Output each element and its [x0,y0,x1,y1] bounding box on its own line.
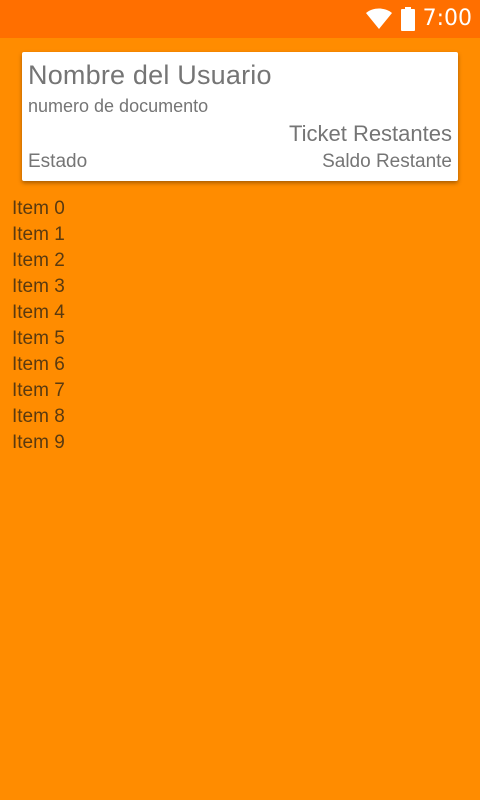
list-item[interactable]: Item 1 [12,222,65,248]
list-item[interactable]: Item 7 [12,378,65,404]
user-name: Nombre del Usuario [28,60,272,90]
list-item[interactable]: Item 2 [12,248,65,274]
clock: 7:00 [422,6,472,31]
status-bar: 7:00 [0,0,480,38]
battery-icon [400,7,415,31]
list-item[interactable]: Item 5 [12,326,65,352]
list-item[interactable]: Item 8 [12,404,65,430]
item-list: Item 0 Item 1 Item 2 Item 3 Item 4 Item … [12,196,65,456]
status-icons: 7:00 [365,0,472,38]
list-item[interactable]: Item 0 [12,196,65,222]
user-card[interactable]: Nombre del Usuario numero de documento T… [22,52,458,181]
status-label: Estado [28,151,88,172]
balance-remaining: Saldo Restante [322,151,452,172]
wifi-icon [365,8,393,30]
list-item[interactable]: Item 3 [12,274,65,300]
list-item[interactable]: Item 6 [12,352,65,378]
list-item[interactable]: Item 4 [12,300,65,326]
list-item[interactable]: Item 9 [12,430,65,456]
document-number: numero de documento [28,96,209,116]
tickets-remaining: Ticket Restantes [288,121,452,146]
